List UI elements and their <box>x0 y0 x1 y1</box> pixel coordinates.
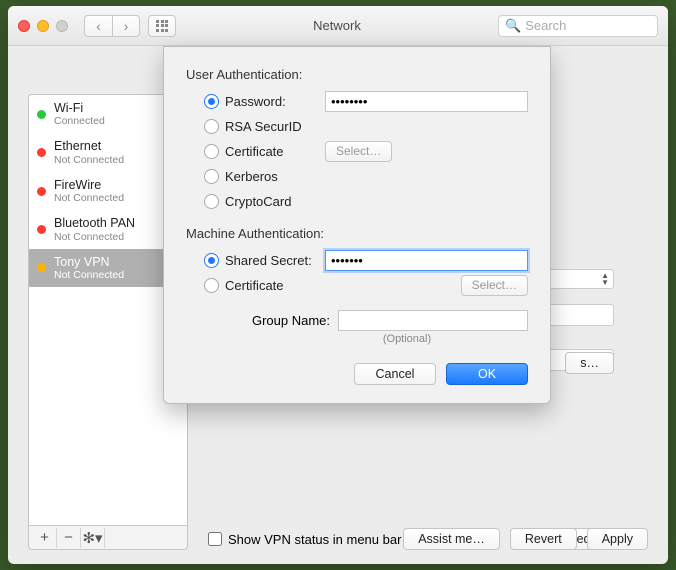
status-led-icon <box>37 225 46 234</box>
service-status: Not Connected <box>54 269 124 281</box>
show-all-button[interactable] <box>148 15 176 37</box>
radio-kerberos-label: Kerberos <box>225 169 319 184</box>
select-machine-cert-button: Select… <box>461 275 528 296</box>
service-status: Not Connected <box>54 154 124 166</box>
group-name-label: Group Name: <box>252 313 330 328</box>
window-controls <box>18 20 68 32</box>
service-name: Bluetooth PAN <box>54 216 135 230</box>
auth-settings-sheet: User Authentication: Password: RSA Secur… <box>163 46 551 404</box>
show-vpn-checkbox[interactable] <box>208 532 222 546</box>
optional-hint: (Optional) <box>286 333 528 345</box>
apply-button[interactable]: Apply <box>587 528 648 550</box>
search-placeholder: Search <box>525 18 566 33</box>
service-name: Ethernet <box>54 139 124 153</box>
titlebar: ‹ › Network 🔍 Search <box>8 6 668 46</box>
service-name: Wi-Fi <box>54 101 105 115</box>
services-footer: + − ✻▾ <box>28 526 188 550</box>
radio-rsa-label: RSA SecurID <box>225 119 319 134</box>
status-led-icon <box>37 110 46 119</box>
add-service-button[interactable]: + <box>33 528 57 548</box>
select-cert-button: Select… <box>325 141 392 162</box>
status-led-icon <box>37 187 46 196</box>
user-auth-cert-row[interactable]: Certificate Select… <box>204 140 528 162</box>
radio-cryptocard-label: CryptoCard <box>225 194 319 209</box>
show-vpn-label: Show VPN status in menu bar <box>228 532 401 547</box>
service-actions-button[interactable]: ✻▾ <box>81 528 105 548</box>
machine-auth-shared-row[interactable]: Shared Secret: <box>204 249 528 271</box>
radio-certificate[interactable] <box>204 144 219 159</box>
user-auth-password-row[interactable]: Password: <box>204 90 528 112</box>
password-field[interactable] <box>325 91 528 112</box>
sheet-buttons: Cancel OK <box>186 363 528 385</box>
shared-secret-field[interactable] <box>325 250 528 271</box>
network-prefs-window: ‹ › Network 🔍 Search Wi-FiConnected Ethe… <box>8 6 668 564</box>
action-buttons: Assist me… Revert Apply <box>403 528 648 550</box>
status-led-icon <box>37 148 46 157</box>
user-auth-cryptocard-row[interactable]: CryptoCard <box>204 190 528 212</box>
radio-kerberos[interactable] <box>204 169 219 184</box>
user-auth-rsa-row[interactable]: RSA SecurID <box>204 115 528 137</box>
radio-shared-secret-label: Shared Secret: <box>225 253 319 268</box>
revert-button[interactable]: Revert <box>510 528 577 550</box>
remove-service-button[interactable]: − <box>57 528 81 548</box>
zoom-icon <box>56 20 68 32</box>
radio-password-label: Password: <box>225 94 319 109</box>
back-button[interactable]: ‹ <box>84 15 112 37</box>
close-icon[interactable] <box>18 20 30 32</box>
user-auth-kerberos-row[interactable]: Kerberos <box>204 165 528 187</box>
user-auth-heading: User Authentication: <box>186 67 528 82</box>
radio-password[interactable] <box>204 94 219 109</box>
radio-machine-certificate-label: Certificate <box>225 278 319 293</box>
assist-button[interactable]: Assist me… <box>403 528 500 550</box>
machine-auth-heading: Machine Authentication: <box>186 226 528 241</box>
radio-machine-certificate[interactable] <box>204 278 219 293</box>
window-title: Network <box>184 18 490 33</box>
nav-back-forward: ‹ › <box>84 15 140 37</box>
cancel-button[interactable]: Cancel <box>354 363 436 385</box>
service-status: Not Connected <box>54 192 124 204</box>
forward-button[interactable]: › <box>112 15 140 37</box>
machine-auth-cert-row[interactable]: Certificate Select… <box>204 274 528 296</box>
group-name-row: Group Name: <box>186 310 528 331</box>
auth-settings-button[interactable]: s… <box>565 352 614 374</box>
radio-cryptocard[interactable] <box>204 194 219 209</box>
service-status: Connected <box>54 115 105 127</box>
radio-shared-secret[interactable] <box>204 253 219 268</box>
ok-button[interactable]: OK <box>446 363 528 385</box>
service-name: FireWire <box>54 178 124 192</box>
minimize-icon[interactable] <box>37 20 49 32</box>
radio-rsa[interactable] <box>204 119 219 134</box>
search-input[interactable]: 🔍 Search <box>498 15 658 37</box>
radio-certificate-label: Certificate <box>225 144 319 159</box>
status-led-icon <box>37 263 46 272</box>
search-icon: 🔍 <box>505 18 521 34</box>
group-name-field[interactable] <box>338 310 528 331</box>
service-status: Not Connected <box>54 231 135 243</box>
service-name: Tony VPN <box>54 255 124 269</box>
